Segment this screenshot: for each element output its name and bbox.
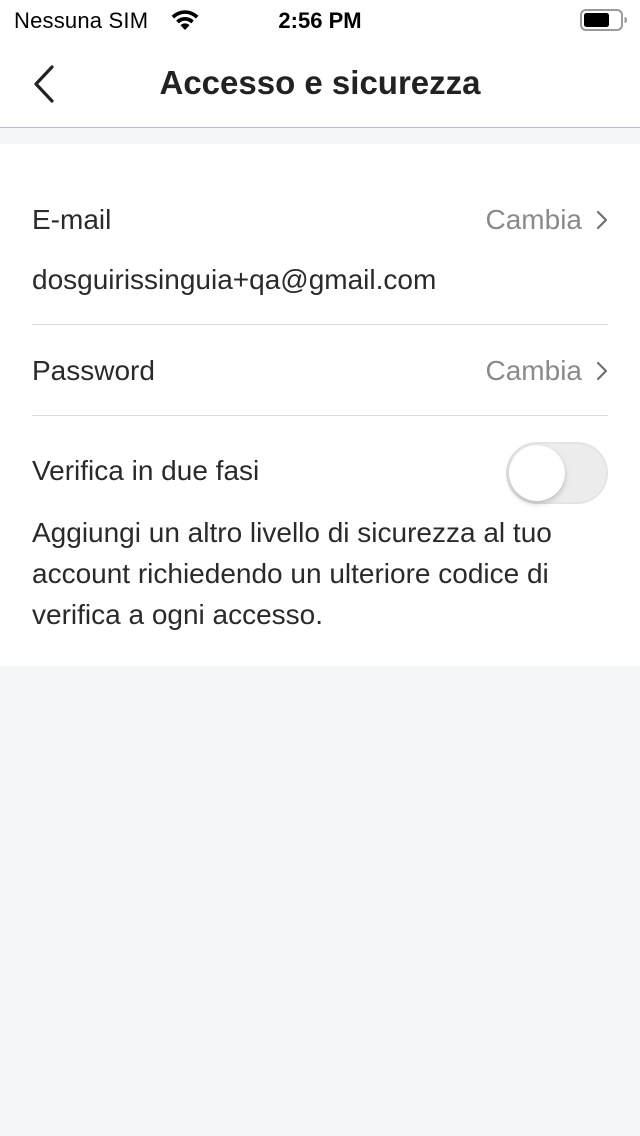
chevron-right-icon (596, 361, 608, 381)
divider (32, 324, 608, 325)
security-settings-card: E-mail Cambia dosguirissinguia+qa@gmail.… (0, 144, 640, 666)
change-email-label: Cambia (485, 204, 582, 235)
email-label: E-mail (32, 204, 112, 235)
screen: Nessuna SIM 2:56 PM Accesso e sicurezza … (0, 0, 640, 1136)
two-factor-toggle[interactable] (506, 442, 608, 504)
page-title: Accesso e sicurezza (159, 64, 481, 101)
two-factor-label: Verifica in due fasi (32, 455, 260, 486)
battery-icon (580, 9, 627, 31)
two-factor-row: Verifica in due fasi (32, 442, 608, 504)
nav-bar: Accesso e sicurezza (0, 40, 640, 128)
email-row: E-mail Cambia (32, 202, 608, 242)
change-password-label: Cambia (485, 355, 582, 386)
email-value-row: dosguirissinguia+qa@gmail.com (32, 264, 608, 304)
divider (32, 415, 608, 416)
two-factor-description: Aggiungi un altro livello di sicurezza a… (32, 517, 552, 630)
change-email-button[interactable]: Cambia (486, 204, 608, 236)
change-password-button[interactable]: Cambia (486, 355, 608, 387)
status-time: 2:56 PM (278, 8, 362, 33)
password-label: Password (32, 355, 155, 386)
status-bar: Nessuna SIM 2:56 PM (0, 0, 640, 40)
chevron-right-icon (596, 210, 608, 230)
password-row: Password Cambia (32, 353, 608, 393)
toggle-knob (509, 445, 565, 501)
email-value: dosguirissinguia+qa@gmail.com (32, 264, 437, 295)
